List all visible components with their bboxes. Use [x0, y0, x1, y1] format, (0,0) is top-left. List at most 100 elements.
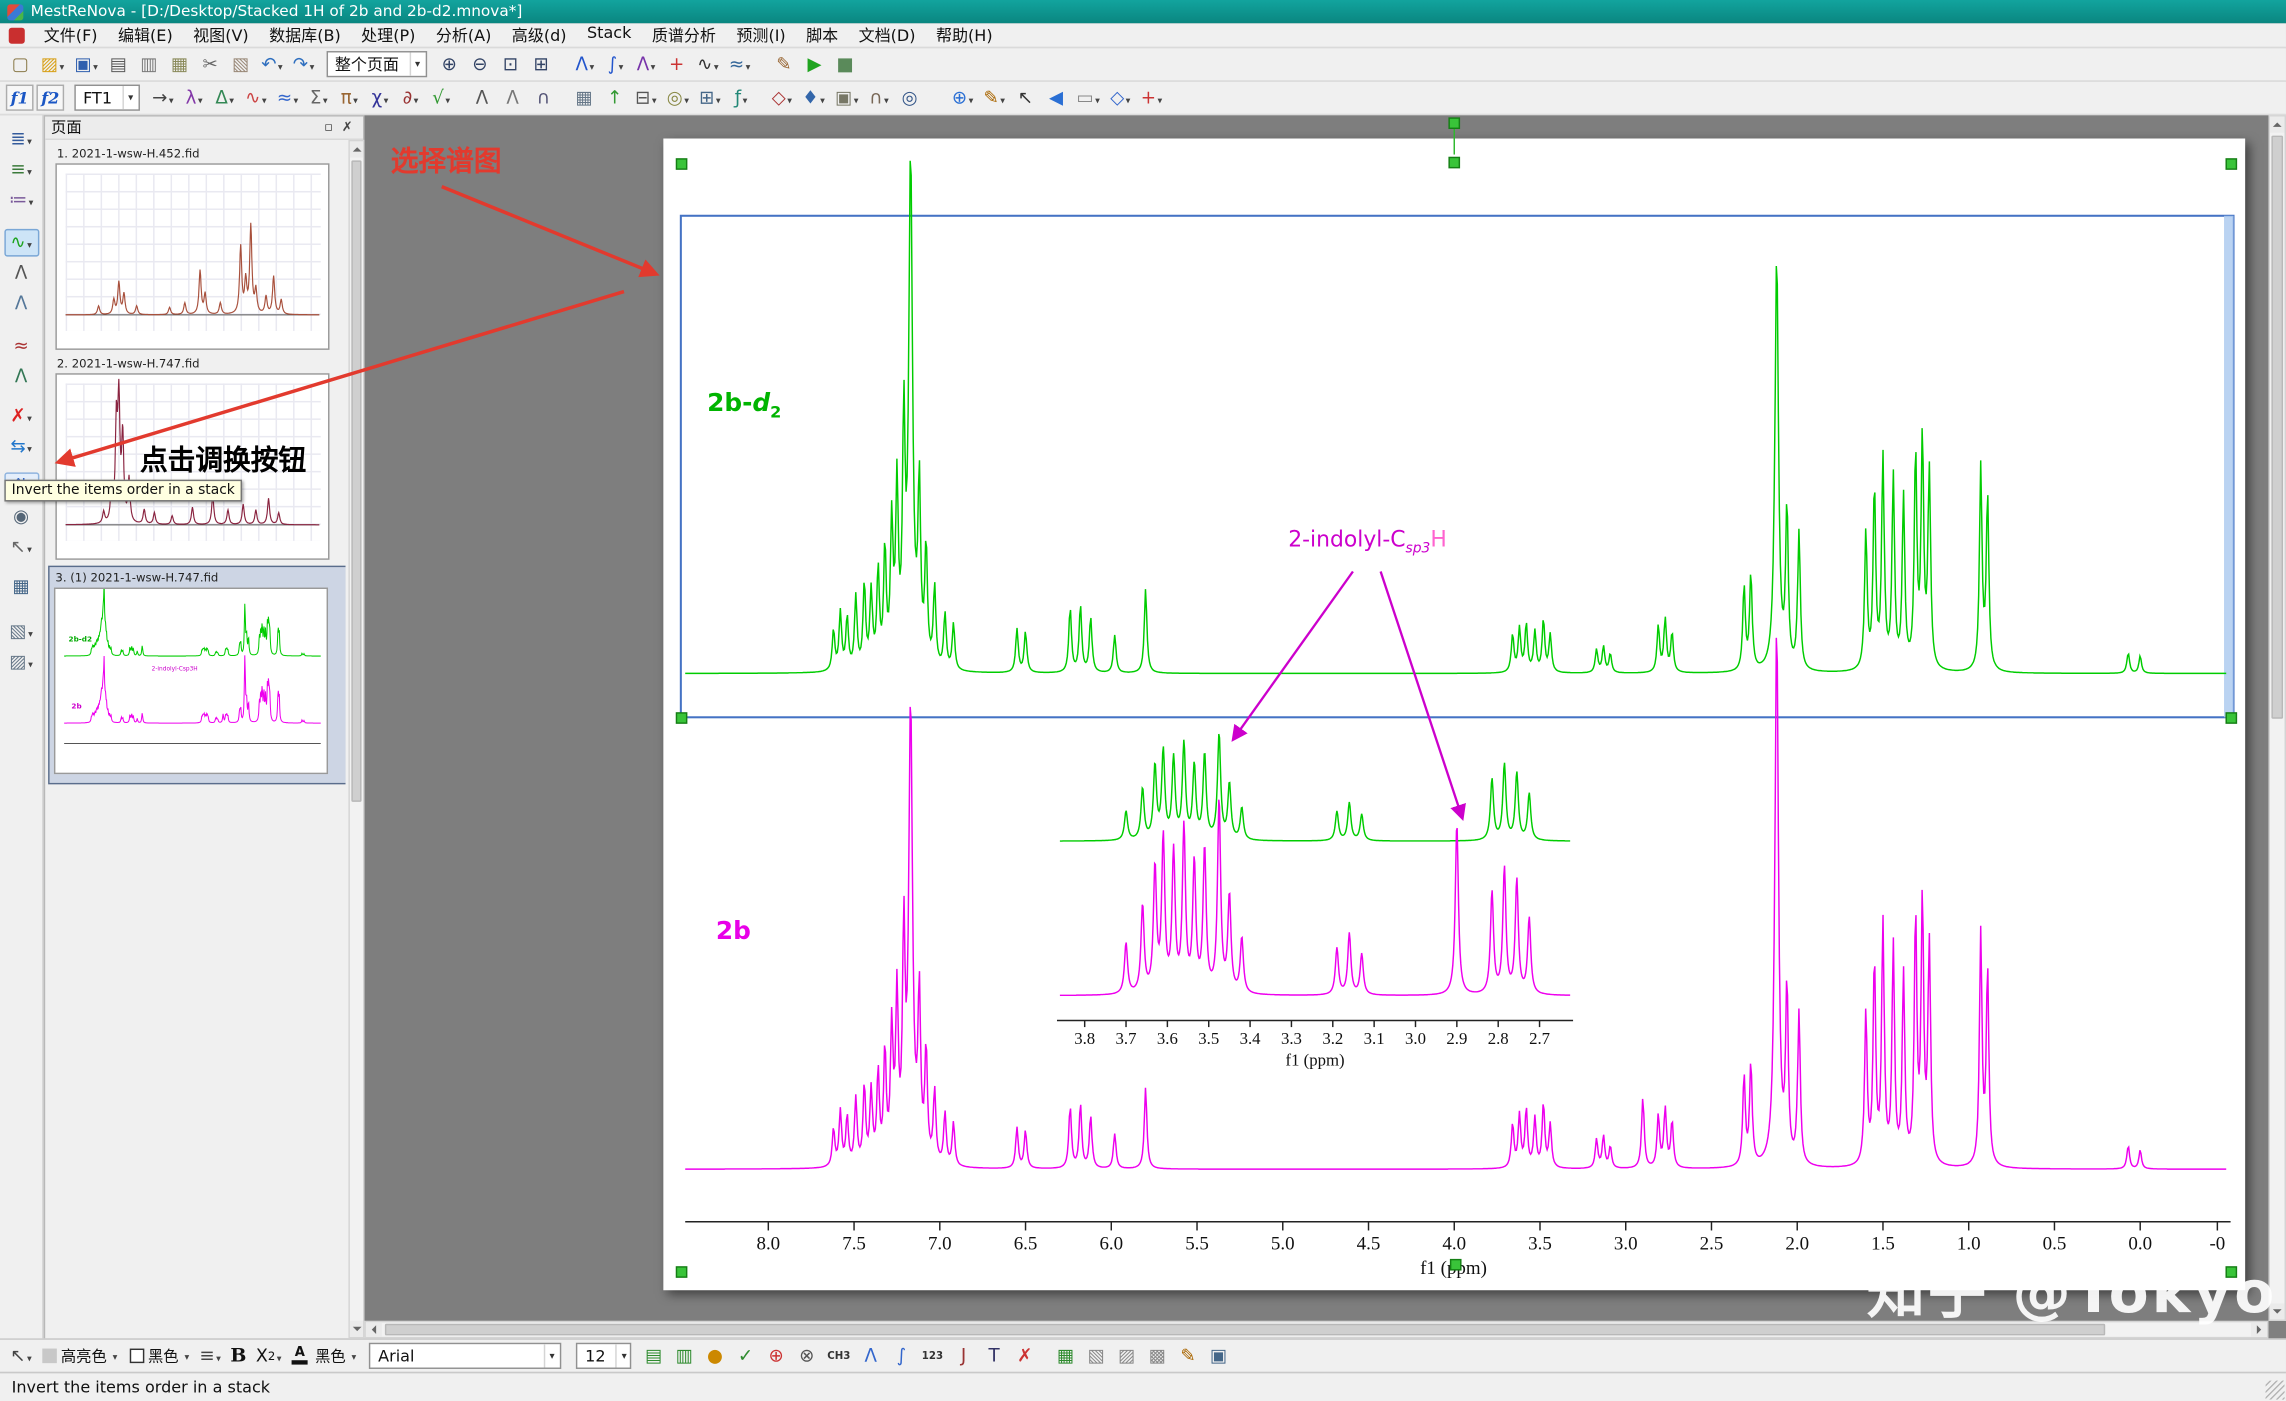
- zero-filling-icon[interactable]: Δ: [210, 83, 239, 112]
- processing-template-icon[interactable]: →: [148, 83, 178, 112]
- baseline-tool-icon[interactable]: ≈: [724, 50, 754, 79]
- phase-correction-icon[interactable]: ∿: [241, 83, 271, 112]
- atom-numbering-icon[interactable]: 123: [917, 1341, 947, 1370]
- menu-item-0[interactable]: 文件(F): [34, 22, 108, 48]
- arithmetic-icon[interactable]: √: [427, 83, 456, 112]
- edit-text-icon[interactable]: ✎: [1173, 1341, 1202, 1370]
- extras-b-icon[interactable]: ▨: [4, 649, 39, 677]
- add-label-icon[interactable]: ⊕: [762, 1341, 791, 1370]
- menu-item-12[interactable]: 帮助(H): [926, 22, 1003, 48]
- remove-label-icon[interactable]: ⊗: [792, 1341, 821, 1370]
- previous-view-icon[interactable]: ◀: [1041, 83, 1070, 112]
- crosshair-icon[interactable]: +: [662, 50, 691, 79]
- report-copy-icon[interactable]: ▥: [670, 1341, 699, 1370]
- spectrum-trace-2b-d2[interactable]: [685, 161, 2226, 674]
- canvas-vertical-scrollbar[interactable]: [2268, 115, 2285, 1321]
- stack-items-icon[interactable]: ≡: [4, 156, 39, 184]
- document-page[interactable]: 2b-d2 2b 2-indolyl-Csp3H 8.07.57.06.56.0…: [663, 139, 2245, 1291]
- perspective-icon[interactable]: Λ: [4, 290, 39, 318]
- title-tool-icon[interactable]: T: [980, 1341, 1009, 1370]
- validate-icon[interactable]: ✓: [731, 1341, 760, 1370]
- pages-panel-scrollbar[interactable]: [348, 140, 364, 1338]
- fit-to-page-icon[interactable]: ⊞: [527, 50, 556, 79]
- pointer-tool-icon[interactable]: ↖: [1011, 83, 1040, 112]
- font-family-combo[interactable]: Arial: [369, 1343, 561, 1369]
- zoom-out-icon[interactable]: ⊖: [465, 50, 494, 79]
- menu-item-5[interactable]: 分析(A): [426, 22, 502, 48]
- peak-picking-icon[interactable]: Λ: [570, 50, 599, 79]
- menu-item-9[interactable]: 预测(I): [726, 22, 796, 48]
- upload-data-icon[interactable]: ↑: [600, 83, 629, 112]
- save-document-icon[interactable]: ▣: [70, 50, 102, 79]
- apodization-icon[interactable]: λ: [180, 83, 209, 112]
- print-icon[interactable]: ▤: [104, 50, 133, 79]
- delete-item-icon[interactable]: ✗: [4, 402, 39, 430]
- apply-to-all-icon[interactable]: Λ: [4, 363, 39, 391]
- run-script-icon[interactable]: ▶: [800, 50, 829, 79]
- compress-icon[interactable]: ⊟: [631, 83, 661, 112]
- undo-icon[interactable]: ↶: [257, 50, 287, 79]
- menu-item-11[interactable]: 文档(D): [848, 22, 925, 48]
- select-stack-tool-icon[interactable]: ↖: [4, 534, 39, 562]
- selection-pointer-icon[interactable]: ↖: [6, 1341, 36, 1370]
- swap-items-icon[interactable]: ⇆: [4, 433, 39, 461]
- stop-script-icon[interactable]: ■: [831, 50, 860, 79]
- referencing-icon[interactable]: χ: [365, 83, 394, 112]
- menu-item-6[interactable]: 高级(d): [502, 22, 577, 48]
- annotation-label[interactable]: 2-indolyl-Csp3H: [1288, 526, 1447, 557]
- line-color-button[interactable]: 黑色: [123, 1341, 195, 1370]
- f1-button[interactable]: f1: [6, 85, 34, 111]
- stacked-plot-mode-icon[interactable]: ∿: [4, 229, 39, 257]
- menu-item-4[interactable]: 处理(P): [351, 22, 426, 48]
- setup-stacked-icon[interactable]: ≣: [4, 125, 39, 153]
- page-thumbnail-3[interactable]: 3. (1) 2021-1-wsw-H.747.fid2b-d22b2-indo…: [50, 567, 346, 783]
- font-size-combo[interactable]: 12: [576, 1343, 631, 1369]
- eraser-tool-icon[interactable]: ▭: [1072, 83, 1104, 112]
- multiplet-analysis-icon[interactable]: Λ: [632, 50, 661, 79]
- show-hide-item-icon[interactable]: ◉: [4, 503, 39, 531]
- superimpose-icon[interactable]: ≈: [4, 332, 39, 360]
- whitewash-icon[interactable]: Λ: [4, 260, 39, 288]
- float-panel-button[interactable]: ▫: [320, 120, 338, 135]
- line-style-icon[interactable]: ≡: [195, 1341, 225, 1370]
- font-color-button[interactable]: A 黑色: [286, 1341, 362, 1370]
- close-panel-button[interactable]: ✗: [337, 120, 357, 135]
- data-table-icon[interactable]: ▦: [569, 83, 598, 112]
- zoom-combo[interactable]: 整个页面: [326, 51, 427, 77]
- window-function-icon[interactable]: ∩: [529, 83, 558, 112]
- symmetrize-icon[interactable]: π: [335, 83, 364, 112]
- stack-spacing-icon[interactable]: ≔: [4, 187, 39, 215]
- open-document-icon[interactable]: ▨: [36, 50, 68, 79]
- align-spectra-icon[interactable]: ⊞: [695, 83, 725, 112]
- integration-icon[interactable]: ∫: [601, 50, 630, 79]
- cut-icon[interactable]: ✂: [196, 50, 225, 79]
- add-object-icon[interactable]: +: [1136, 83, 1166, 112]
- derivative-icon[interactable]: ∂: [396, 83, 425, 112]
- shapes-tool-icon[interactable]: ◇: [1106, 83, 1135, 112]
- highlight-color-button[interactable]: 高亮色: [36, 1341, 123, 1370]
- inset-trace-2b[interactable]: [1060, 800, 1570, 996]
- f2-button[interactable]: f2: [36, 85, 64, 111]
- script-editor-icon[interactable]: ✎: [769, 50, 798, 79]
- ch3-tool-icon[interactable]: CH3: [823, 1341, 855, 1370]
- molecule-tools-icon[interactable]: ◇: [767, 83, 796, 112]
- zoom-region-icon[interactable]: ⊡: [496, 50, 525, 79]
- bold-button[interactable]: B: [225, 1341, 251, 1370]
- parameters-table-icon[interactable]: ▦: [1051, 1341, 1080, 1370]
- integral-labels-icon[interactable]: ∫: [887, 1341, 916, 1370]
- spectrum-label-2b-d2[interactable]: 2b-d2: [707, 389, 781, 422]
- report-template-icon[interactable]: ▤: [639, 1341, 668, 1370]
- baseline-correction-icon[interactable]: ≈: [272, 83, 302, 112]
- menu-item-8[interactable]: 质谱分析: [642, 22, 727, 48]
- peak-labels-icon[interactable]: Λ: [856, 1341, 885, 1370]
- menu-item-2[interactable]: 视图(V): [183, 22, 259, 48]
- verification-icon[interactable]: ◎: [895, 83, 924, 112]
- spectrum-label-2b[interactable]: 2b: [716, 917, 751, 946]
- zoom-in-icon[interactable]: ⊕: [435, 50, 464, 79]
- grid-style-icon[interactable]: ▩: [1143, 1341, 1172, 1370]
- phase-tool-icon[interactable]: ∿: [693, 50, 723, 79]
- hatch-style-icon[interactable]: ▨: [1112, 1341, 1141, 1370]
- peak-region-icon[interactable]: ∩: [864, 83, 893, 112]
- new-document-icon[interactable]: ▢: [6, 50, 35, 79]
- smoothing-icon[interactable]: Σ: [304, 83, 333, 112]
